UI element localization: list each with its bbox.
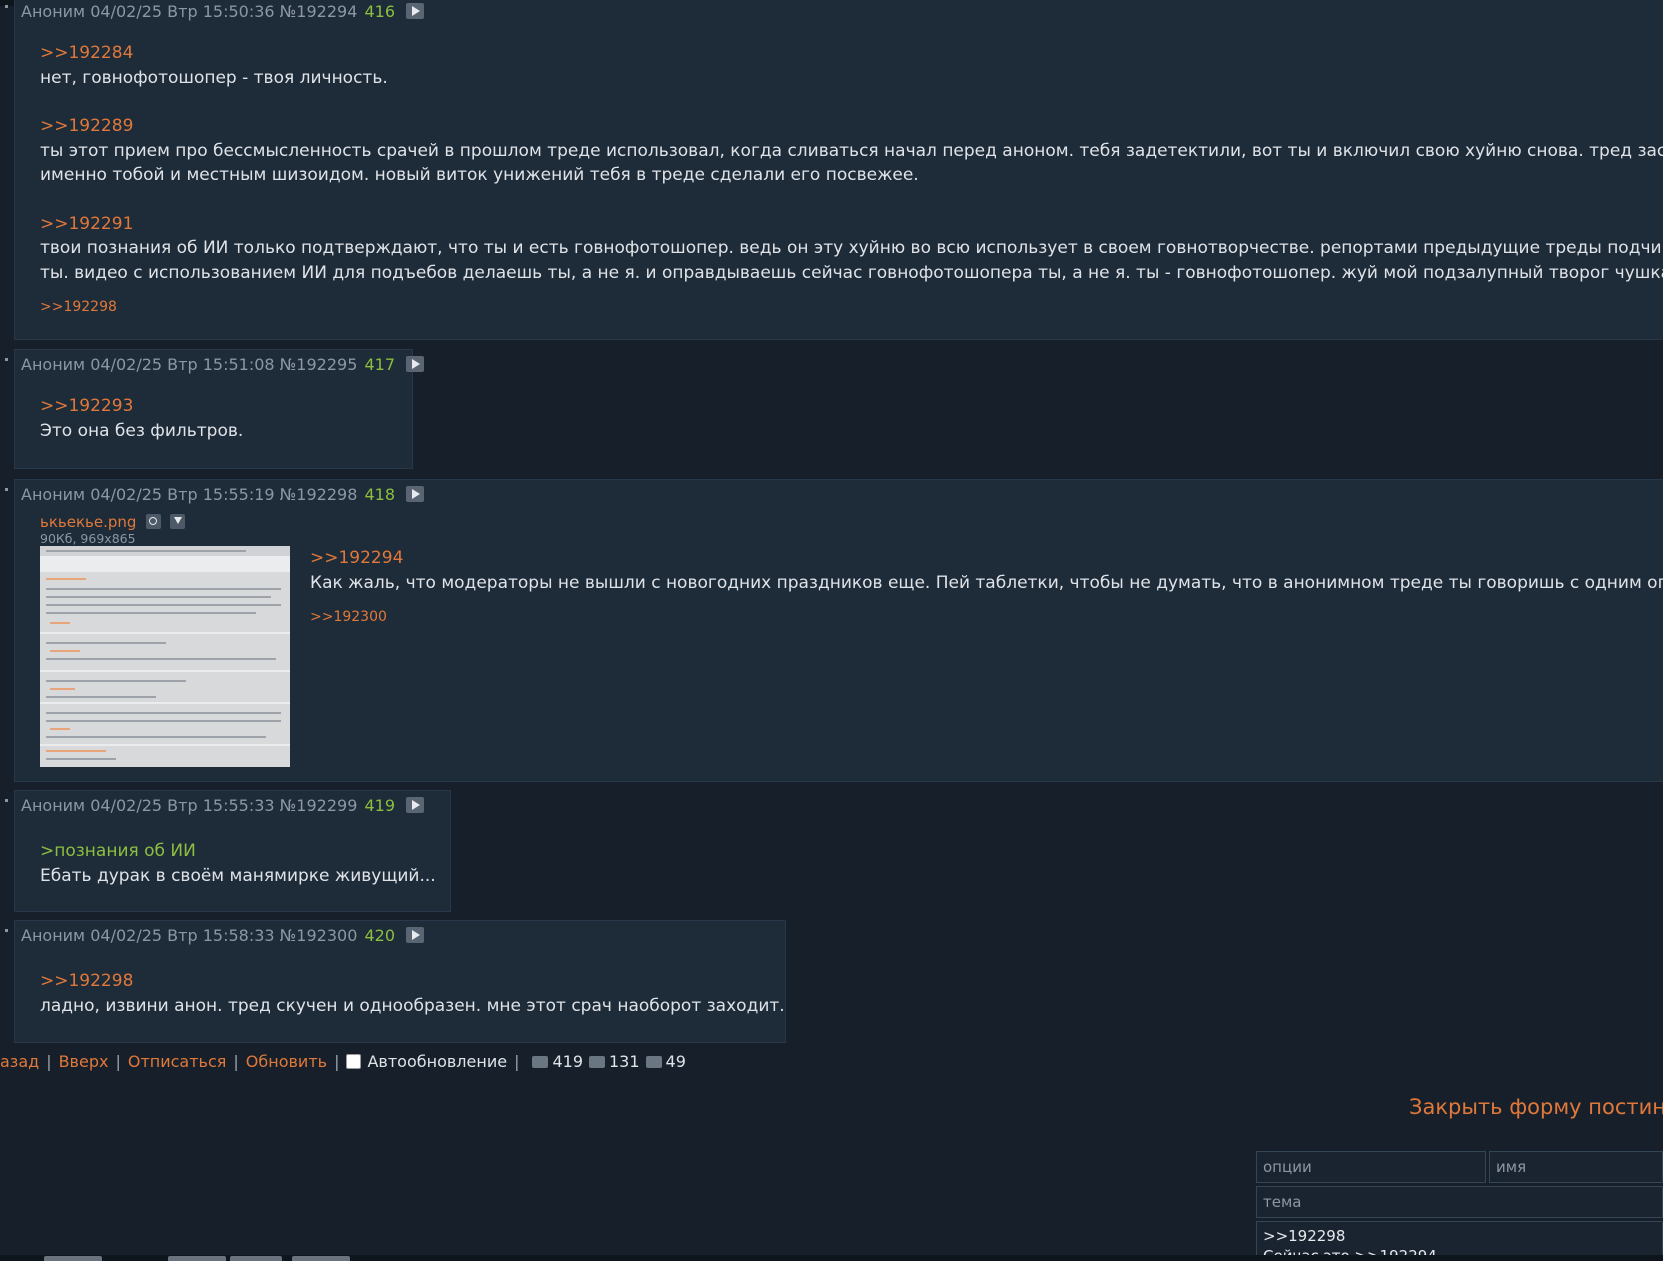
post-header: Аноним 04/02/25 Втр 15:55:19 №192298 418 — [21, 484, 425, 506]
post-id[interactable]: №192299 — [280, 796, 358, 815]
post-body: >>192294 Как жаль, что модераторы не выш… — [310, 546, 1663, 630]
post-text-line: ты этот прием про бессмысленность срачей… — [40, 140, 1663, 161]
post-date: 04/02/25 Втр 15:50:36 — [90, 2, 275, 21]
post-text-line: именно тобой и местным шизоидом. новый в… — [40, 165, 919, 185]
post-header: Аноним 04/02/25 Втр 15:50:36 №192294 416 — [21, 1, 425, 23]
unsubscribe-link[interactable]: Отписаться — [128, 1052, 227, 1071]
post-192300: Аноним 04/02/25 Втр 15:58:33 №192300 420… — [5, 920, 786, 1043]
post-text-line: твои познания об ИИ только подтверждают,… — [40, 238, 1663, 258]
back-link[interactable]: азад — [0, 1052, 39, 1071]
post-number: 418 — [364, 485, 396, 504]
post-number: 417 — [364, 355, 396, 374]
backlink[interactable]: >>192298 — [40, 295, 1663, 320]
post-text-line: нет, говнофотошопер - твоя личность. — [40, 67, 388, 88]
file-header: ькьекье.png 90Кб, 969x865 — [40, 512, 185, 546]
post-marker — [5, 799, 8, 802]
play-icon[interactable] — [406, 486, 425, 502]
refresh-link[interactable]: Обновить — [246, 1052, 327, 1071]
file-info: 90Кб, 969x865 — [40, 531, 136, 546]
reply-link[interactable]: >>192289 — [40, 114, 1663, 139]
post-body: >>192293 Это она без фильтров. — [40, 394, 243, 443]
post-192294: Аноним 04/02/25 Втр 15:50:36 №192294 416… — [5, 0, 1663, 340]
backlink[interactable]: >>192300 — [310, 605, 1663, 630]
users-count: 49 — [665, 1052, 686, 1071]
post-body: >>192284 нет, говнофотошопер - твоя личн… — [40, 41, 1663, 320]
post-id[interactable]: №192298 — [280, 485, 358, 504]
play-icon[interactable] — [406, 3, 425, 19]
post-body: >>192298 ладно, извини анон. тред скучен… — [40, 969, 785, 1018]
post-id[interactable]: №192295 — [280, 355, 358, 374]
post-id[interactable]: №192300 — [280, 926, 358, 945]
play-icon[interactable] — [406, 356, 425, 372]
autorefresh-label: Автообновление — [367, 1052, 508, 1071]
reply-link[interactable]: >>192298 — [40, 969, 785, 994]
taskbar-item[interactable] — [168, 1256, 226, 1261]
speech-bubble-icon — [532, 1056, 549, 1068]
greentext: >познания об ИИ — [40, 841, 196, 861]
image-thumbnail[interactable] — [40, 546, 290, 767]
reply-link[interactable]: >>192294 — [310, 546, 1663, 571]
reply-link[interactable]: >>192293 — [40, 394, 243, 419]
post-author: Аноним — [21, 796, 86, 815]
bottom-taskbar — [0, 1256, 1663, 1261]
play-icon[interactable] — [406, 797, 425, 813]
post-author: Аноним — [21, 485, 86, 504]
post-text-line: ты. видео с использованием ИИ для подъеб… — [40, 262, 1663, 283]
download-icon[interactable] — [169, 514, 185, 529]
post-date: 04/02/25 Втр 15:51:08 — [90, 355, 275, 374]
post-header: Аноним 04/02/25 Втр 15:58:33 №192300 420 — [21, 925, 425, 947]
images-count: 131 — [609, 1052, 640, 1071]
autorefresh-checkbox[interactable] — [346, 1054, 362, 1069]
post-body: >познания об ИИ Ебать дурак в своём маня… — [40, 839, 436, 888]
play-icon[interactable] — [406, 927, 425, 943]
comment-line: >>192298 — [1263, 1227, 1346, 1245]
taskbar-item[interactable] — [230, 1256, 282, 1261]
post-number: 419 — [364, 796, 396, 815]
post-date: 04/02/25 Втр 15:58:33 — [90, 926, 275, 945]
up-link[interactable]: Вверх — [59, 1052, 109, 1071]
post-date: 04/02/25 Втр 15:55:33 — [90, 796, 275, 815]
post-marker — [5, 5, 8, 8]
options-input[interactable]: опции — [1256, 1151, 1486, 1183]
post-marker — [5, 358, 8, 361]
post-author: Аноним — [21, 355, 86, 374]
post-192295: Аноним 04/02/25 Втр 15:51:08 №192295 417… — [5, 349, 425, 469]
file-name-link[interactable]: ькьекье.png — [40, 513, 136, 531]
post-header: Аноним 04/02/25 Втр 15:51:08 №192295 417 — [21, 354, 425, 376]
close-posting-form-link[interactable]: Закрыть форму постинга — [1409, 1095, 1663, 1119]
name-input[interactable]: имя — [1489, 1151, 1663, 1183]
reply-link[interactable]: >>192284 — [40, 41, 1663, 66]
thread-nav-bar: азад | Вверх | Отписаться | Обновить | Автообнов… — [0, 1052, 686, 1071]
image-icon — [589, 1056, 605, 1068]
post-192299: Аноним 04/02/25 Втр 15:55:33 №192299 419… — [5, 790, 451, 912]
taskbar-item[interactable] — [44, 1256, 102, 1261]
users-icon — [645, 1056, 662, 1068]
taskbar-item[interactable] — [292, 1256, 350, 1261]
search-icon[interactable] — [145, 514, 161, 529]
post-number: 416 — [364, 2, 396, 21]
reply-link[interactable]: >>192291 — [40, 212, 1663, 237]
post-author: Аноним — [21, 926, 86, 945]
subject-input[interactable]: тема — [1256, 1186, 1663, 1218]
post-192298: Аноним 04/02/25 Втр 15:55:19 №192298 418… — [5, 479, 1663, 782]
post-id[interactable]: №192294 — [280, 2, 358, 21]
post-marker — [5, 488, 8, 491]
post-date: 04/02/25 Втр 15:55:19 — [90, 485, 275, 504]
post-number: 420 — [364, 926, 396, 945]
post-text: Как жаль, что модераторы не вышли с ново… — [310, 572, 1663, 593]
post-author: Аноним — [21, 2, 86, 21]
posts-count: 419 — [552, 1052, 583, 1071]
post-text: Это она без фильтров. — [40, 420, 244, 441]
post-text: Ебать дурак в своём манямирке живущий... — [40, 865, 436, 886]
post-header: Аноним 04/02/25 Втр 15:55:33 №192299 419 — [21, 795, 425, 817]
post-text: ладно, извини анон. тред скучен и однооб… — [40, 995, 785, 1016]
post-marker — [5, 929, 8, 932]
